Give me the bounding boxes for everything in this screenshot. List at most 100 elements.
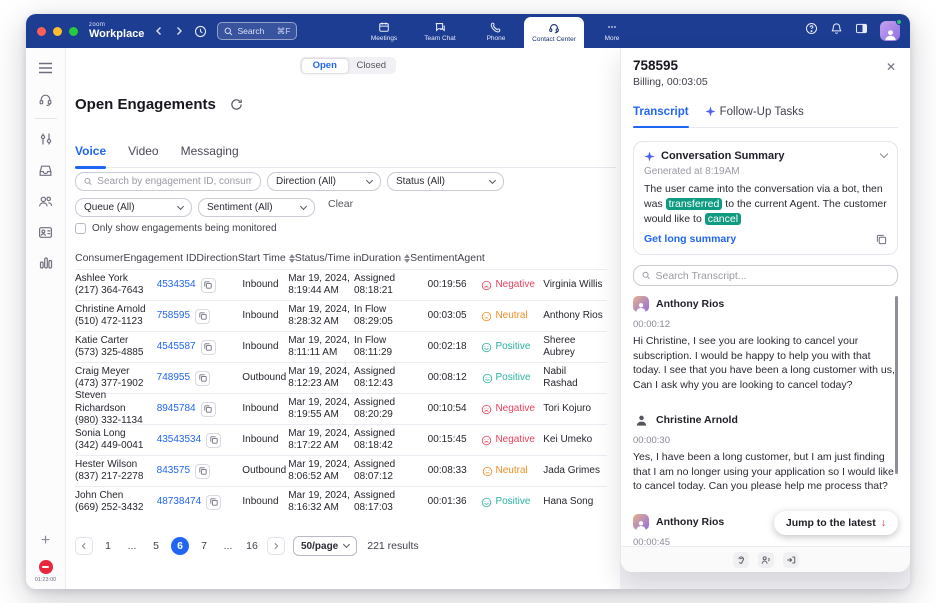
side-panel-toggle-icon[interactable] [855, 22, 868, 40]
next-page-button[interactable] [267, 537, 285, 555]
queue-filter-dropdown[interactable]: Queue (All) [75, 198, 192, 217]
copy-icon[interactable] [195, 371, 210, 386]
engagement-id-link[interactable]: 4545587 [157, 341, 196, 354]
forward-button[interactable] [174, 26, 184, 36]
recording-status-icon[interactable] [39, 560, 53, 574]
agent-headset-icon[interactable] [38, 91, 54, 107]
engagement-id-link[interactable]: 8945784 [157, 403, 196, 416]
speaker-avatar [633, 412, 649, 428]
copy-icon[interactable] [201, 402, 216, 417]
column-header[interactable]: Agent [457, 248, 484, 268]
back-button[interactable] [154, 26, 164, 36]
summary-generated-at: Generated at 8:19AM [644, 166, 887, 177]
table-row[interactable]: Steven Richardson(980) 332-1134 8945784 … [75, 393, 607, 424]
engagement-id-link[interactable]: 748955 [157, 372, 190, 385]
analytics-icon[interactable] [38, 255, 54, 271]
engagement-id-link[interactable]: 43543534 [157, 434, 202, 447]
nav-contact-center[interactable]: Contact Center [524, 17, 584, 48]
copy-icon[interactable] [876, 234, 887, 245]
toggle-open[interactable]: Open [302, 59, 349, 73]
page-number[interactable]: 5 [147, 537, 165, 555]
column-header[interactable]: Status/Time in [295, 248, 362, 268]
inbox-icon[interactable] [38, 162, 54, 178]
direction-filter-dropdown[interactable]: Direction (All) [267, 172, 381, 191]
column-header[interactable]: Sentiment [410, 248, 457, 268]
tab-video[interactable]: Video [128, 144, 158, 168]
help-icon[interactable] [805, 22, 818, 40]
jump-to-latest-button[interactable]: Jump to the latest ↓ [774, 511, 898, 535]
history-icon[interactable] [194, 25, 207, 38]
zoom-window-button[interactable] [69, 27, 78, 36]
barge-icon[interactable] [783, 552, 799, 568]
close-icon[interactable]: ✕ [886, 60, 896, 74]
consumer-phone: (473) 377-1902 [75, 378, 153, 391]
column-header[interactable]: Consumer [75, 248, 123, 268]
listen-icon[interactable] [733, 552, 749, 568]
table-row[interactable]: John Chen(669) 252-3432 48738474 Inbound… [75, 486, 607, 517]
engagement-id-link[interactable]: 758595 [157, 310, 190, 323]
engagement-id-link[interactable]: 48738474 [157, 496, 202, 509]
tab-voice[interactable]: Voice [75, 144, 106, 168]
transcript-scrollbar[interactable] [895, 296, 898, 474]
transcript-search-input[interactable] [633, 265, 898, 286]
column-header[interactable]: Direction [196, 248, 237, 268]
copy-icon[interactable] [206, 495, 221, 510]
menu-icon[interactable] [38, 60, 54, 76]
per-page-select[interactable]: 50/page [293, 536, 357, 556]
column-header[interactable]: Engagement ID [123, 248, 196, 268]
copy-icon[interactable] [201, 340, 216, 355]
copy-icon[interactable] [195, 464, 210, 479]
global-search-input[interactable]: Search ⌘F [217, 22, 297, 40]
tab-follow-up-tasks[interactable]: Follow-Up Tasks [705, 104, 804, 127]
contact-card-icon[interactable] [38, 224, 54, 240]
collapse-chevron-icon[interactable] [880, 150, 888, 158]
checkbox[interactable] [75, 223, 86, 234]
table-row[interactable]: Sonia Long(342) 449-0041 43543534 Inboun… [75, 424, 607, 455]
column-header[interactable]: Duration [361, 248, 410, 268]
tab-messaging[interactable]: Messaging [181, 144, 239, 168]
page-number[interactable]: 1 [99, 537, 117, 555]
engagement-search-input[interactable] [75, 172, 261, 191]
nav-team-chat[interactable]: Team Chat [412, 14, 468, 48]
team-icon[interactable] [38, 193, 54, 209]
page-number[interactable]: 7 [195, 537, 213, 555]
page-number[interactable]: ... [219, 537, 237, 555]
table-row[interactable]: Katie Carter(573) 325-4885 4545587 Inbou… [75, 331, 607, 362]
engagement-id-link[interactable]: 4534354 [157, 279, 196, 292]
nav-more[interactable]: More [584, 14, 640, 48]
nav-phone[interactable]: Phone [468, 14, 524, 48]
table-row[interactable]: Hester Wilson(837) 217-2278 843575 Outbo… [75, 455, 607, 486]
copy-icon[interactable] [206, 433, 221, 448]
nav-meetings[interactable]: Meetings [356, 14, 412, 48]
person-icon [635, 302, 647, 312]
get-long-summary-link[interactable]: Get long summary [644, 233, 736, 245]
engagement-id-link[interactable]: 843575 [157, 465, 190, 478]
refresh-icon[interactable] [230, 98, 243, 111]
minimize-window-button[interactable] [53, 27, 62, 36]
add-icon[interactable]: + [41, 532, 50, 550]
copy-icon[interactable] [201, 278, 216, 293]
monitored-only-checkbox[interactable]: Only show engagements being monitored [75, 223, 277, 234]
message-timestamp: 00:00:30 [633, 435, 898, 446]
column-header[interactable]: Start Time [238, 248, 295, 268]
clear-filters-link[interactable]: Clear [328, 198, 353, 210]
page-number[interactable]: 16 [243, 537, 261, 555]
conversation-summary-card: Conversation Summary Generated at 8:19AM… [633, 141, 898, 255]
page-number[interactable]: 6 [171, 537, 189, 555]
engagement-flow-icon[interactable] [38, 131, 54, 147]
page-number[interactable]: ... [123, 537, 141, 555]
search-placeholder-text: Search [237, 26, 264, 36]
toggle-closed[interactable]: Closed [348, 59, 395, 73]
prev-page-button[interactable] [75, 537, 93, 555]
whisper-icon[interactable] [758, 552, 774, 568]
close-window-button[interactable] [37, 27, 46, 36]
copy-icon[interactable] [195, 309, 210, 324]
table-row[interactable]: Ashlee York(217) 364-7643 4534354 Inboun… [75, 269, 607, 300]
status-filter-dropdown[interactable]: Status (All) [387, 172, 504, 191]
notifications-bell-icon[interactable] [830, 22, 843, 40]
user-avatar[interactable] [880, 21, 900, 41]
sentiment-filter-dropdown[interactable]: Sentiment (All) [198, 198, 315, 217]
table-row[interactable]: Christine Arnold(510) 472-1123 758595 In… [75, 300, 607, 331]
table-row[interactable]: Craig Meyer(473) 377-1902 748955 Outboun… [75, 362, 607, 393]
tab-transcript[interactable]: Transcript [633, 104, 689, 127]
